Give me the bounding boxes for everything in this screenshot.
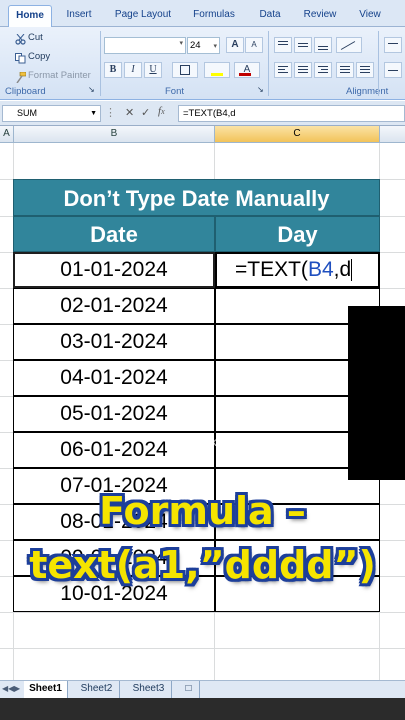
orientation-button[interactable] [336,37,362,53]
align-right-button[interactable] [314,62,332,78]
caption-line-1: Formula – [99,489,306,533]
editing-cell[interactable]: =TEXT(B4,d [215,252,380,288]
gridline [0,612,405,613]
sheet-tab-3[interactable]: Sheet3 [126,681,172,698]
tab-formulas[interactable]: Formulas [185,5,243,27]
formula-bar: SUM ▼ ⋮ ✕ ✓ fx =TEXT(B4,d [0,101,405,126]
scissors-icon [15,32,26,45]
dots-icon: ⋮ [105,107,116,119]
sheet-tab-2[interactable]: Sheet2 [74,681,120,698]
chevron-down-icon: ▾ [213,43,217,50]
copy-icon [15,51,26,64]
bold-button[interactable]: B [104,62,122,78]
alignment-group-label: Alignment [346,86,389,97]
sheet-tab-1[interactable]: Sheet1 [24,681,68,698]
gridline [0,648,405,649]
font-color-icon [239,73,251,76]
insert-sheet-icon[interactable]: □ [178,681,200,698]
group-separator [378,31,379,96]
italic-button[interactable]: I [124,62,142,78]
align-center-button[interactable] [294,62,312,78]
shrink-font-button[interactable]: A [245,37,263,53]
borders-button[interactable] [172,62,198,78]
column-header-b[interactable]: B [14,126,215,143]
date-cell[interactable]: 05-01-2024 [13,396,215,432]
name-box-value: SUM [17,108,37,118]
enter-check-icon[interactable]: ✓ [141,106,150,119]
formula-input[interactable]: =TEXT(B4,d [178,105,405,122]
wrap-text-button[interactable] [384,37,402,53]
group-separator [268,31,269,96]
align-top-button[interactable] [274,37,292,53]
column-header-a[interactable]: A [0,126,14,143]
font-size-select[interactable]: 24 ▾ [187,37,220,54]
column-header-d[interactable] [380,126,405,143]
underline-button[interactable]: U [144,62,162,78]
align-middle-button[interactable] [294,37,312,53]
ribbon-home: Cut Copy Format Painter Clipboard ↘ ▾ 24… [0,27,405,100]
reference-highlight [13,252,215,288]
edit-text-ref: B4 [307,258,334,281]
date-cell[interactable]: 04-01-2024 [13,360,215,396]
copy-button[interactable]: Copy [28,51,50,62]
formula-buttons: ⋮ ✕ ✓ fx [103,105,177,122]
format-painter-button[interactable]: Format Painter [28,70,91,81]
tab-data[interactable]: Data [252,5,288,27]
next-sheet-icon[interactable]: ▶ [14,684,20,693]
group-separator [100,31,101,96]
black-overlay-box [348,306,405,480]
text-cursor [351,259,353,282]
fill-color-icon [211,73,223,76]
font-size-value: 24 [190,40,201,51]
date-cell[interactable]: 06-01-2024 [13,432,215,468]
tab-review[interactable]: Review [297,5,343,27]
increase-indent-button[interactable] [356,62,374,78]
date-cell[interactable]: 03-01-2024 [13,324,215,360]
font-group-label: Font [165,86,185,97]
tab-page-layout[interactable]: Page Layout [108,5,178,27]
column-header-c[interactable]: C [215,126,380,143]
font-dialog-launcher-icon[interactable]: ↘ [257,85,264,94]
tab-view[interactable]: View [350,5,390,27]
merge-center-button[interactable] [384,62,402,78]
clipboard-dialog-launcher-icon[interactable]: ↘ [88,85,95,94]
font-name-select[interactable]: ▾ [104,37,186,54]
chevron-down-icon: ▾ [179,40,183,47]
cut-button[interactable]: Cut [28,32,43,43]
bottom-bar [0,698,405,720]
chevron-down-icon: ▼ [90,110,97,117]
first-sheet-icon[interactable]: ◀◀ [2,684,14,693]
align-bottom-button[interactable] [314,37,332,53]
watermark: MK COMPUTER TECH [203,438,298,448]
decrease-indent-button[interactable] [336,62,354,78]
edit-text-prefix: =TEXT( [235,258,308,281]
caption-line-2: text(a1,”dddd”) [29,543,376,587]
header-day[interactable]: Day [215,216,380,252]
date-cell[interactable]: 02-01-2024 [13,288,215,324]
name-box[interactable]: SUM ▼ [2,105,101,122]
grow-font-button[interactable]: A [226,37,244,53]
tab-insert[interactable]: Insert [58,5,100,27]
insert-function-icon[interactable]: fx [158,105,165,117]
border-icon [180,65,190,75]
clipboard-group-label: Clipboard [5,86,46,97]
table-title[interactable]: Don’t Type Date Manually [13,179,380,216]
format-painter-icon [15,70,27,84]
header-date[interactable]: Date [13,216,215,252]
sheet-tab-bar: ◀◀ ▶ Sheet1 Sheet2 Sheet3 □ [0,680,405,698]
fill-color-button[interactable] [204,62,230,78]
cancel-icon[interactable]: ✕ [125,106,134,119]
ribbon-tab-bar: Home Insert Page Layout Formulas Data Re… [0,0,405,27]
font-color-button[interactable]: A [234,62,260,78]
align-left-button[interactable] [274,62,292,78]
tab-home[interactable]: Home [8,5,52,27]
edit-text-suffix: ,d [333,258,352,281]
